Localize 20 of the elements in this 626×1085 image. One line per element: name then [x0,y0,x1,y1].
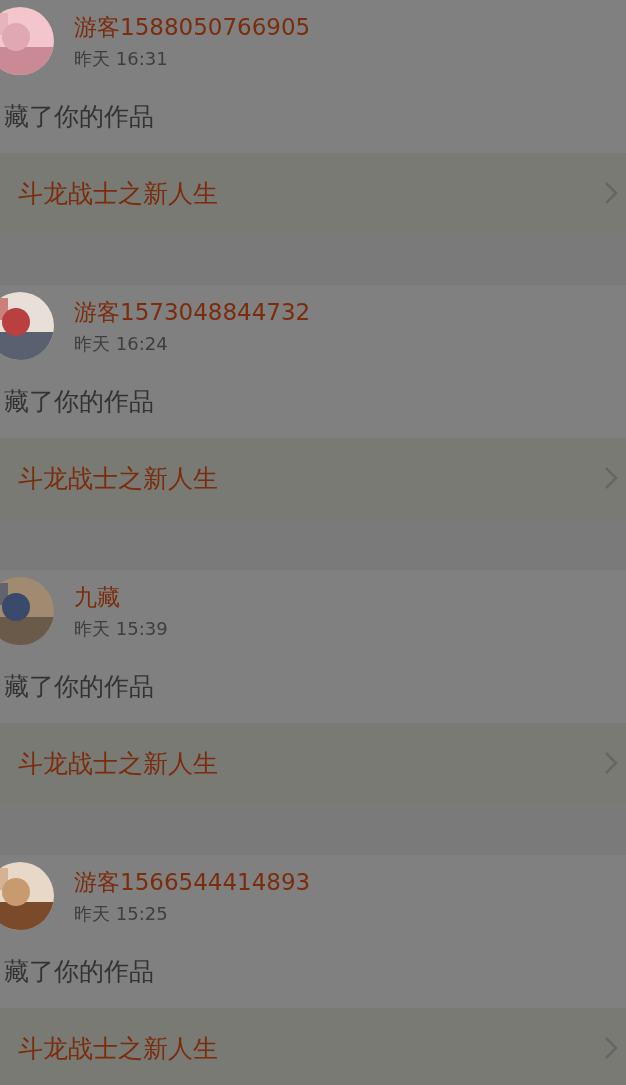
timestamp: 昨天 15:39 [74,616,168,641]
work-title: 斗龙战士之新人生 [18,747,218,780]
work-title: 斗龙战士之新人生 [18,462,218,495]
user-name[interactable]: 游客1588050766905 [74,11,311,43]
action-text: 藏了你的作品 [3,956,154,988]
action-text: 藏了你的作品 [3,101,154,133]
user-name[interactable]: 游客1573048844732 [74,296,311,328]
work-link[interactable]: 斗龙战士之新人生 [0,1008,626,1085]
work-link[interactable]: 斗龙战士之新人生 [0,723,626,803]
user-name[interactable]: 游客1566544414893 [74,866,311,898]
action-text: 藏了你的作品 [3,671,154,703]
timestamp: 昨天 16:31 [74,46,169,71]
action-text: 藏了你的作品 [3,386,154,418]
work-title: 斗龙战士之新人生 [18,177,218,210]
work-link[interactable]: 斗龙战士之新人生 [0,438,626,518]
timestamp: 昨天 16:24 [74,331,169,356]
work-title: 斗龙战士之新人生 [18,1032,218,1065]
user-name[interactable]: 九藏 [74,581,168,613]
work-link[interactable]: 斗龙战士之新人生 [0,153,626,233]
timestamp: 昨天 15:25 [74,901,169,926]
